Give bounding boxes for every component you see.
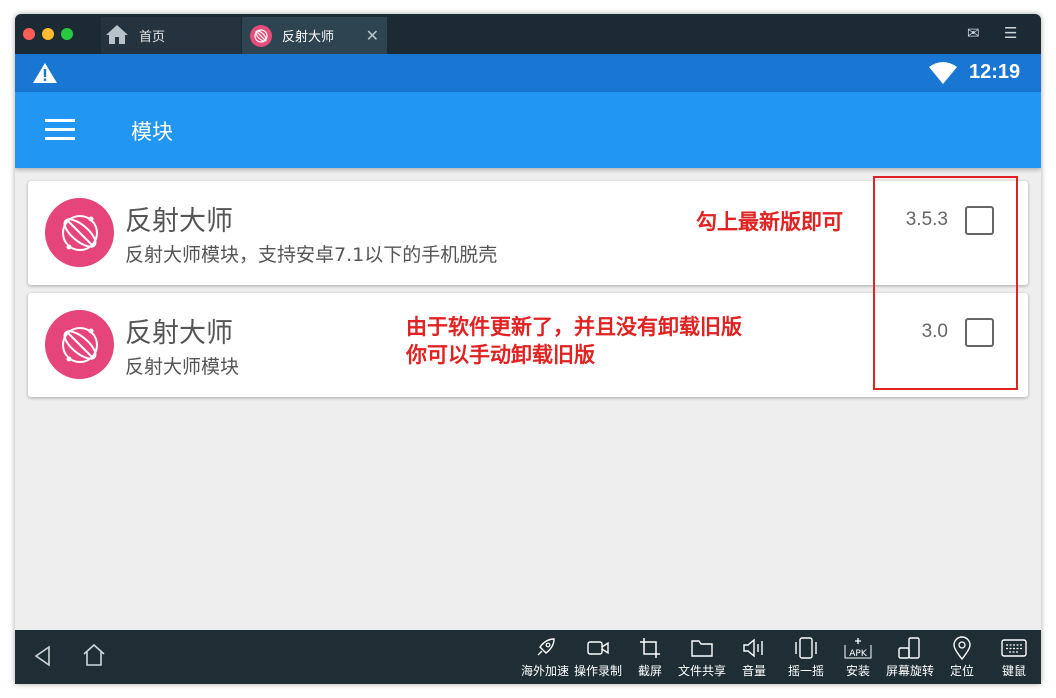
tool-label: 操作录制 <box>573 664 622 678</box>
tab-home[interactable]: 首页 <box>101 17 241 54</box>
tool-label: 定位 <box>949 664 974 678</box>
annotation-line-2: 你可以手动卸载旧版 <box>406 343 595 367</box>
rotate-icon <box>882 636 938 660</box>
rotate-screen-button[interactable]: 屏幕旋转 <box>882 636 938 679</box>
record-operation-button[interactable]: 操作录制 <box>570 636 626 679</box>
home-icon <box>105 23 129 49</box>
video-icon <box>570 636 626 660</box>
location-button[interactable]: 定位 <box>934 636 990 679</box>
overseas-accelerate-button[interactable]: 海外加速 <box>517 636 573 679</box>
tab-reflect-master[interactable]: 反射大师 ✕ <box>242 17 387 54</box>
tool-label: 截屏 <box>637 664 662 678</box>
tool-label: 键鼠 <box>1001 664 1026 678</box>
wifi-icon <box>928 61 958 89</box>
shake-button[interactable]: 摇一摇 <box>778 636 834 679</box>
folder-icon <box>674 636 730 660</box>
back-icon[interactable] <box>33 645 53 671</box>
warning-icon <box>32 62 58 88</box>
menu-icon[interactable]: ☰ <box>1004 24 1017 42</box>
module-description: 反射大师模块，支持安卓7.1以下的手机脱壳 <box>125 244 498 266</box>
close-window-button[interactable] <box>23 28 35 40</box>
annotation-line-1: 由于软件更新了，并且没有卸载旧版 <box>406 315 742 339</box>
annotation-highlight-box <box>873 176 1018 390</box>
annotation-uninstall-old: 由于软件更新了，并且没有卸载旧版 你可以手动卸载旧版 <box>402 311 802 371</box>
crop-icon <box>622 636 678 660</box>
tool-label: 摇一摇 <box>787 664 824 678</box>
tool-label: 安装 <box>845 664 870 678</box>
maximize-window-button[interactable] <box>61 28 73 40</box>
emulator-window: 首页 反射大师 ✕ ✉ ☰ 12:19 模块 反射大师 反射大师模块，支持安卓7… <box>15 14 1041 684</box>
location-icon <box>934 636 990 660</box>
module-description: 反射大师模块 <box>125 356 240 378</box>
status-clock: 12:19 <box>969 61 1021 83</box>
keyboard-icon <box>986 636 1041 660</box>
reflect-master-app-icon <box>45 198 114 267</box>
volume-button[interactable]: 音量 <box>726 636 782 679</box>
tool-label: 文件共享 <box>677 664 726 678</box>
keyboard-mouse-button[interactable]: 键鼠 <box>986 636 1041 679</box>
apk-icon: APK <box>830 636 886 660</box>
page-title: 模块 <box>131 120 173 144</box>
title-bar: 首页 反射大师 ✕ ✉ ☰ <box>15 14 1041 54</box>
hamburger-menu-icon[interactable] <box>45 119 75 141</box>
tool-label: 屏幕旋转 <box>885 664 934 678</box>
tab-reflect-master-label: 反射大师 <box>282 30 335 45</box>
volume-icon <box>726 636 782 660</box>
reflect-master-tab-icon <box>250 24 272 47</box>
tool-label: 海外加速 <box>520 664 569 678</box>
shake-icon <box>778 636 834 660</box>
module-name: 反射大师 <box>125 318 233 349</box>
tool-label: 音量 <box>741 664 766 678</box>
rocket-icon <box>517 636 573 660</box>
file-share-button[interactable]: 文件共享 <box>674 636 730 679</box>
tab-close-icon[interactable]: ✕ <box>366 26 379 45</box>
android-status-bar: 12:19 <box>15 54 1041 92</box>
reflect-master-app-icon <box>45 310 114 379</box>
app-bar: 模块 <box>15 92 1041 168</box>
screenshot-button[interactable]: 截屏 <box>622 636 678 679</box>
tab-home-label: 首页 <box>139 30 166 45</box>
annotation-check-latest: 勾上最新版即可 <box>692 206 847 238</box>
minimize-window-button[interactable] <box>42 28 54 40</box>
module-name: 反射大师 <box>125 206 233 237</box>
bottom-toolbar: 海外加速 操作录制 截屏 文件共享 音量 摇一摇 APK 安装 屏幕旋转 定位 … <box>15 630 1041 684</box>
home-nav-icon[interactable] <box>81 643 107 671</box>
mail-icon[interactable]: ✉ <box>967 24 980 42</box>
install-apk-button[interactable]: APK 安装 <box>830 636 886 679</box>
